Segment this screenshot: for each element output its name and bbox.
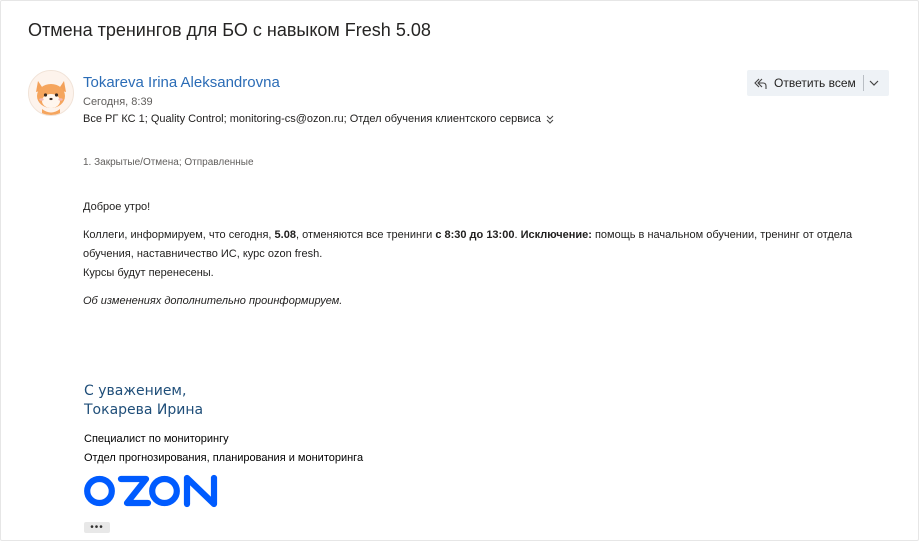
announcement-paragraph: Коллеги, информируем, что сегодня, 5.08,… xyxy=(83,226,852,264)
signature-position: Специалист по мониторингу xyxy=(84,433,229,445)
folder-path: 1. Закрытые/Отмена; Отправленные xyxy=(83,157,254,168)
reply-all-icon xyxy=(753,77,767,90)
para-text-4: помощь в начальном обучении, тренинг от … xyxy=(591,229,853,241)
para-time: с 8:30 до 13:00 xyxy=(435,229,515,241)
reply-options-dropdown[interactable] xyxy=(864,70,884,96)
reply-all-button[interactable]: Ответить всем xyxy=(747,70,856,96)
double-chevron-down-icon[interactable] xyxy=(546,115,554,124)
message-subject: Отмена тренингов для БО с навыком Fresh … xyxy=(28,20,431,40)
announcement-line-1: Коллеги, информируем, что сегодня, 5.08,… xyxy=(83,226,852,245)
para-date: 5.08 xyxy=(274,229,296,241)
reply-all-split-button: Ответить всем xyxy=(747,70,889,96)
sent-date: Сегодня, 8:39 xyxy=(83,96,153,108)
greeting: Доброе утро! xyxy=(83,201,151,213)
signature-department: Отдел прогнозирования, планирования и мо… xyxy=(84,452,364,464)
show-more-button[interactable]: ••• xyxy=(84,522,110,533)
chevron-down-icon xyxy=(869,80,879,86)
courses-rescheduled: Курсы будут перенесены. xyxy=(83,267,214,279)
shiba-dog-avatar-icon xyxy=(29,71,73,115)
para-text-1: Коллеги, информируем, что сегодня, xyxy=(83,229,275,241)
further-info-note: Об изменениях дополнительно проинформиру… xyxy=(83,295,343,307)
ozon-logo xyxy=(84,474,222,513)
para-exception-label: Исключение: xyxy=(520,229,592,241)
sender-name-link[interactable]: Tokareva Irina Aleksandrovna xyxy=(83,74,280,91)
regards-line: С уважением, xyxy=(84,383,187,399)
announcement-line-2: обучения, наставничество ИС, курс ozon f… xyxy=(83,248,323,260)
recipients-list[interactable]: Все РГ КС 1; Quality Control; monitoring… xyxy=(83,113,541,125)
signature-name: Токарева Ирина xyxy=(84,402,204,418)
reply-all-label: Ответить всем xyxy=(774,76,856,90)
sender-avatar[interactable] xyxy=(28,70,74,116)
signature-role: Специалист по мониторингу Отдел прогнози… xyxy=(84,430,363,468)
signature-regards: С уважением, Токарева Ирина xyxy=(84,382,203,420)
recipients-line: Все РГ КС 1; Quality Control; monitoring… xyxy=(83,113,554,125)
para-text-2: , отменяются все тренинги xyxy=(295,229,436,241)
